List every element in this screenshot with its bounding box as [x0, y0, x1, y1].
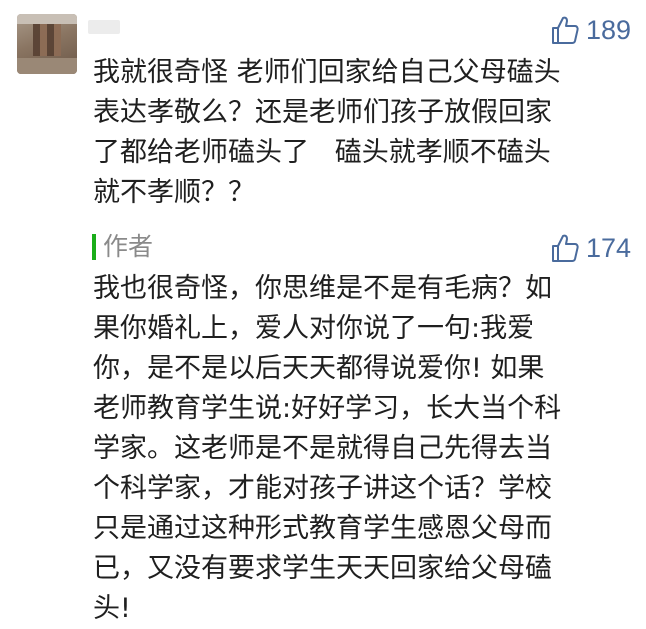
- user-avatar[interactable]: [17, 14, 77, 74]
- nickname-redacted: [88, 20, 120, 34]
- comment-like-count: 189: [585, 14, 631, 45]
- comment-like-button[interactable]: 189: [550, 15, 631, 45]
- avatar-pixelation-bottom: [17, 58, 77, 74]
- avatar-pixelation: [17, 14, 77, 24]
- author-label: 作者: [103, 232, 154, 261]
- reply-like-count: 174: [585, 232, 631, 263]
- comment-text: 我就很奇怪 老师们回家给自己父母磕头 表达孝敬么？还是老师们孩子放假回家 了都给…: [93, 57, 561, 208]
- thumbs-up-icon: [551, 16, 579, 44]
- avatar-mosaic: [33, 24, 61, 56]
- reply-text: 我也很奇怪，你思维是不是有毛病？如 果你婚礼上，爱人对你说了一句:我爱 你，是不…: [93, 273, 562, 624]
- author-reply-marker: [92, 234, 96, 260]
- author-reply-label: 作者: [92, 232, 153, 262]
- reply-like-button[interactable]: 174: [550, 233, 631, 263]
- thumbs-up-icon: [551, 234, 579, 262]
